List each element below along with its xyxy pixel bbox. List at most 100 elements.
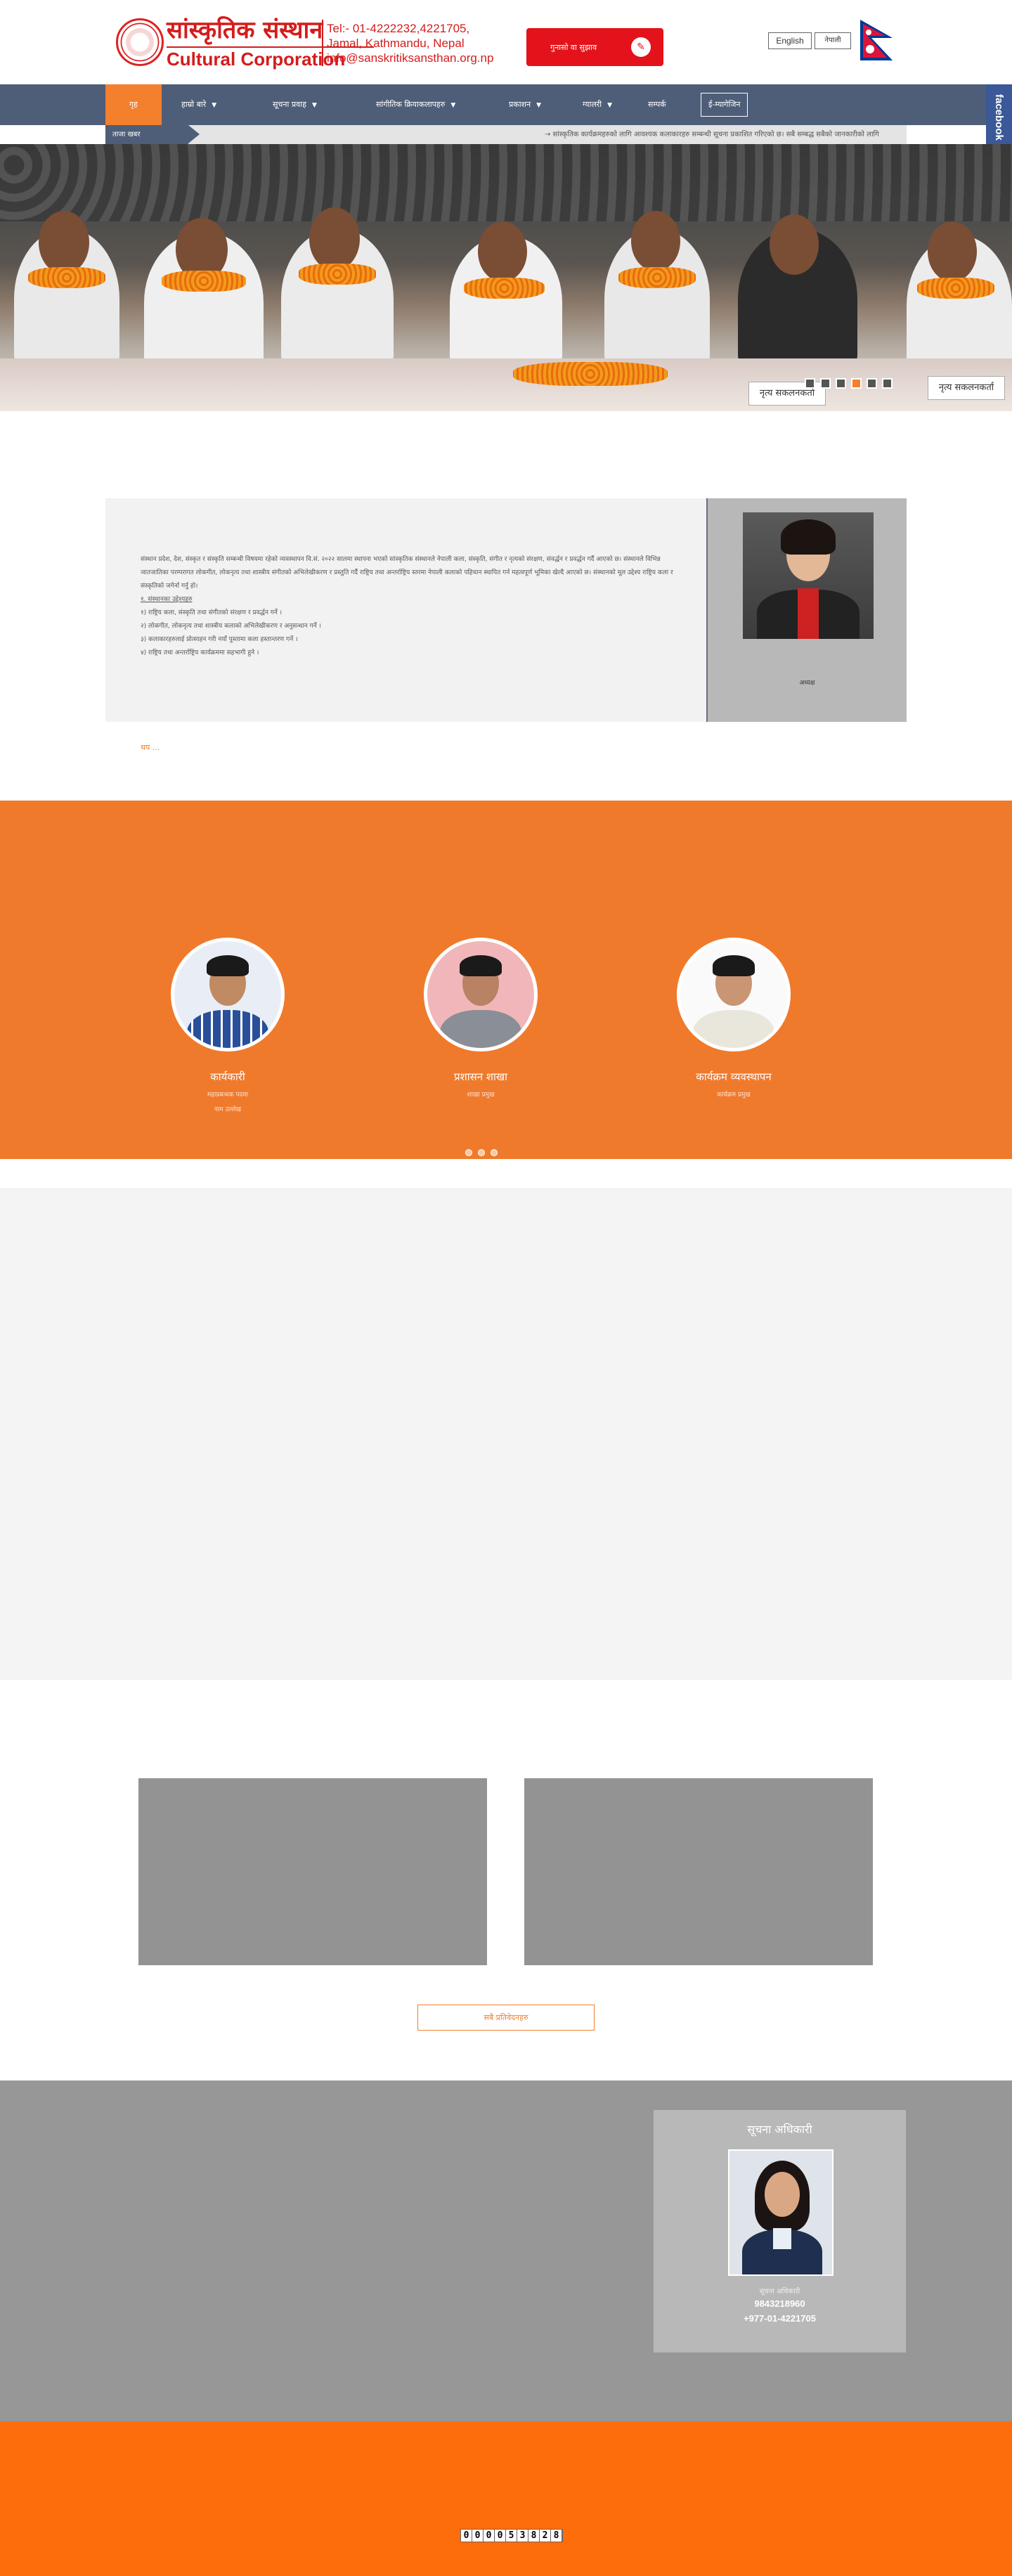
team-member-role: शाखा प्रमुख bbox=[467, 1092, 495, 1099]
slider-audience-back bbox=[0, 144, 1012, 221]
slider-nameplate: नृत्य सकलनकर्ता bbox=[928, 376, 1005, 400]
complaint-button[interactable]: गुनासो वा सुझाव ✎ bbox=[526, 28, 663, 66]
ticker-text[interactable]: → सांस्कृतिक कार्यक्रमहरुको लागि आवश्यक … bbox=[545, 125, 900, 144]
counter-digit: 0 bbox=[495, 2530, 506, 2542]
counter-digit: 2 bbox=[540, 2530, 551, 2542]
team-member-name: कार्यक्रम व्यवस्थापन bbox=[696, 1070, 772, 1083]
site-footer: 000053828 bbox=[0, 2421, 1012, 2576]
slider-dot[interactable] bbox=[836, 378, 846, 389]
info-officer-title: सूचना अधिकारी bbox=[747, 2123, 812, 2136]
slider-garland bbox=[917, 278, 994, 299]
about-section: संस्थान प्रदेश, देश, संस्कृत र संस्कृति … bbox=[105, 498, 907, 722]
photo-body bbox=[693, 1010, 774, 1048]
nav-label: ग्यालरी bbox=[583, 100, 602, 109]
news-ticker: ताजा खबर → सांस्कृतिक कार्यक्रमहरुको लाग… bbox=[105, 125, 907, 144]
team-member-name: प्रशासन शाखा bbox=[453, 1070, 508, 1083]
site-logo[interactable]: सांस्कृतिक संस्थान Cultural Corporation … bbox=[116, 15, 499, 70]
caret-down-icon: ▼ bbox=[311, 102, 317, 109]
slider-dot[interactable] bbox=[805, 378, 815, 389]
about-text-box: संस्थान प्रदेश, देश, संस्कृत र संस्कृति … bbox=[105, 498, 706, 722]
slider-garland bbox=[28, 267, 105, 288]
logo-name-nepali: सांस्कृतिक संस्थान bbox=[167, 16, 323, 44]
counter-digit: 0 bbox=[461, 2530, 472, 2542]
nav-item-about[interactable]: हाम्रो बारे ▼ bbox=[181, 84, 216, 125]
team-member-name: कार्यकारी bbox=[210, 1070, 245, 1083]
info-officer-phone: +977-01-4221705 bbox=[743, 2313, 816, 2324]
about-objective: २) लोकगीत, लोकनृत्य तथा शास्त्रीय कलाको … bbox=[141, 623, 321, 630]
slider-dot-active[interactable] bbox=[851, 378, 862, 389]
nav-item-publications[interactable]: प्रकाशन ▼ bbox=[509, 84, 541, 125]
slider-garland bbox=[162, 271, 246, 292]
visitor-counter: 000053828 bbox=[460, 2529, 563, 2542]
photo-hair bbox=[460, 955, 502, 976]
nepal-flag-icon bbox=[860, 20, 893, 60]
nav-item-home[interactable]: गृह bbox=[105, 84, 162, 125]
team-dot[interactable] bbox=[491, 1149, 498, 1156]
slider-person-head bbox=[309, 207, 360, 271]
team-member-card[interactable]: कार्यकारी महाप्रबन्धक पदमा नाम उल्लेख bbox=[122, 938, 333, 1113]
photo-hair bbox=[207, 955, 249, 976]
nav-item-information[interactable]: सूचना प्रवाह ▼ bbox=[273, 84, 317, 125]
slider-person-head bbox=[928, 221, 977, 282]
info-officer-photo bbox=[728, 2149, 833, 2276]
facebook-tab[interactable]: facebook bbox=[986, 84, 1012, 150]
photo-body bbox=[187, 1010, 268, 1048]
counter-digit: 0 bbox=[472, 2530, 484, 2542]
lang-nepali-button[interactable]: नेपाली bbox=[815, 32, 851, 49]
photo-hair bbox=[781, 519, 836, 555]
team-member-role: कार्यक्रम प्रमुख bbox=[717, 1092, 751, 1099]
photo-hair bbox=[713, 955, 755, 976]
nav-item-music-activities[interactable]: सांगीतिक क्रियाकलापहरु ▼ bbox=[376, 84, 455, 125]
about-objective: १) राष्ट्रिय कला, संस्कृति तथा संगीतको स… bbox=[141, 609, 283, 616]
read-more-link[interactable]: थप ... bbox=[141, 742, 160, 753]
header-contact: Tel:- 01-4222232,4221705, Jamal, Kathman… bbox=[327, 21, 493, 65]
chairperson-caption: अध्यक्ष bbox=[799, 680, 815, 687]
contact-phone: Tel:- 01-4222232,4221705, bbox=[327, 22, 470, 35]
caret-down-icon: ▼ bbox=[536, 102, 542, 109]
slider-dot[interactable] bbox=[867, 378, 877, 389]
nav-label: गृह bbox=[129, 100, 138, 109]
slider-person-head bbox=[770, 214, 819, 275]
slider-garland bbox=[464, 278, 545, 299]
team-section: कार्यकारी महाप्रबन्धक पदमा नाम उल्लेख प्… bbox=[0, 801, 1012, 1159]
lang-english-button[interactable]: English bbox=[768, 32, 812, 49]
team-member-card[interactable]: कार्यक्रम व्यवस्थापन कार्यक्रम प्रमुख bbox=[628, 938, 839, 1099]
report-card[interactable] bbox=[138, 1778, 487, 1965]
ticker-label: ताजा खबर bbox=[105, 125, 200, 144]
about-text: संस्थान प्रदेश, देश, संस्कृत र संस्कृति … bbox=[141, 553, 675, 660]
photo-face bbox=[765, 2172, 800, 2217]
hero-slider[interactable]: नृत्य सकलनकर्ता नृत्य सकलनकर्ता bbox=[0, 144, 1012, 411]
about-objective: ४) राष्ट्रिय तथा अन्तर्राष्ट्रिय कार्यक्… bbox=[141, 649, 259, 656]
slider-table-flowers bbox=[513, 362, 668, 386]
team-member-role: महाप्रबन्धक पदमा bbox=[207, 1092, 249, 1099]
logo-divider bbox=[322, 20, 323, 66]
caret-down-icon: ▼ bbox=[450, 102, 456, 109]
slider-person-head bbox=[631, 211, 680, 271]
team-member-card[interactable]: प्रशासन शाखा शाखा प्रमुख bbox=[375, 938, 586, 1099]
team-member-photo bbox=[677, 938, 791, 1051]
empty-feature-band bbox=[0, 1188, 1012, 1680]
nav-label: प्रकाशन bbox=[509, 100, 531, 109]
photo-collar bbox=[773, 2228, 791, 2249]
team-member-photo bbox=[424, 938, 538, 1051]
nav-item-contact[interactable]: सम्पर्क bbox=[648, 84, 666, 125]
team-dot[interactable] bbox=[465, 1149, 472, 1156]
site-header: सांस्कृतिक संस्थान Cultural Corporation … bbox=[0, 0, 1012, 84]
counter-digit: 8 bbox=[551, 2530, 562, 2542]
about-objectives-heading: १. संस्थानका उद्देश्यहरु bbox=[141, 596, 193, 603]
report-card[interactable] bbox=[524, 1778, 873, 1965]
about-paragraph: संस्थान प्रदेश, देश, संस्कृत र संस्कृति … bbox=[141, 556, 673, 590]
nav-item-gallery[interactable]: ग्यालरी ▼ bbox=[583, 84, 612, 125]
chairperson-photo bbox=[743, 512, 874, 639]
info-officer-card: सूचना अधिकारी सूचना अधिकारी 9843218960 +… bbox=[654, 2110, 906, 2352]
emblem-icon bbox=[116, 18, 164, 66]
info-officer-name: सूचना अधिकारी bbox=[759, 2288, 800, 2296]
slider-dot[interactable] bbox=[882, 378, 893, 389]
team-member-photo bbox=[171, 938, 285, 1051]
nav-emagazine-button[interactable]: ई-म्यागेजिन bbox=[701, 93, 748, 117]
team-dot[interactable] bbox=[478, 1149, 485, 1156]
all-reports-button[interactable]: सबै प्रतिवेदनहरु bbox=[417, 2005, 595, 2031]
team-carousel-dots bbox=[465, 1146, 503, 1159]
slider-dot[interactable] bbox=[820, 378, 831, 389]
nav-label: सूचना प्रवाह bbox=[273, 100, 306, 109]
